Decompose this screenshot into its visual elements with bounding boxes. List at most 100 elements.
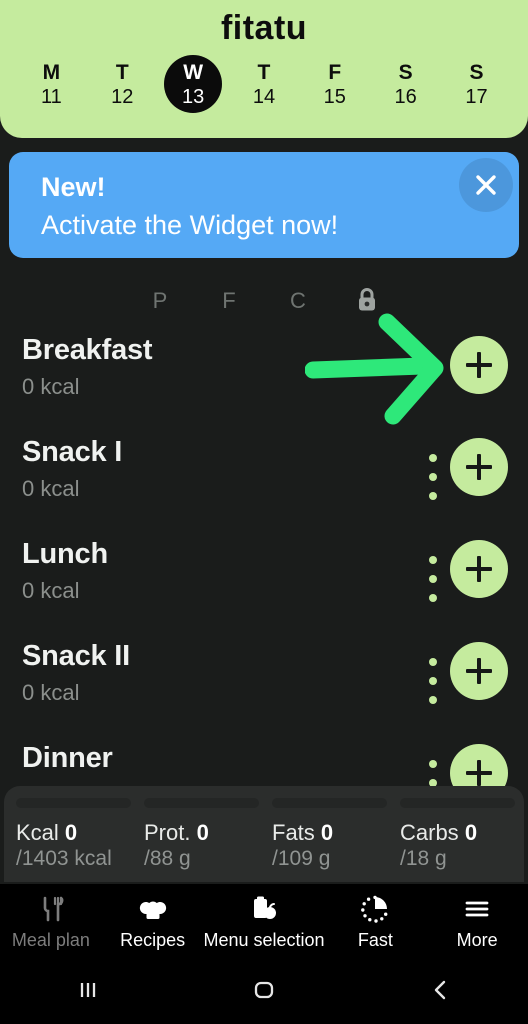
summary-goal: /1403 kcal [16, 847, 112, 870]
app-header: fitatu M 11 T 12 W 13 T 14 F 15 S 16 S 17 [0, 0, 528, 138]
date-chip-17[interactable]: S 17 [447, 54, 505, 116]
home-icon[interactable] [224, 966, 304, 1014]
date-chip-weekday: S [469, 61, 484, 84]
date-chip-weekday: M [42, 61, 61, 84]
summary-amount: 0 [196, 820, 209, 845]
summary-label: Prot. [144, 820, 191, 845]
fork-knife-icon [36, 894, 66, 924]
app-root: fitatu M 11 T 12 W 13 T 14 F 15 S 16 S 17 New! Activa… [0, 0, 528, 1024]
summary-value: Carbs 0 [400, 820, 522, 846]
meal-list: Breakfast 0 kcal Snack I0 kcal Lunch 0 kcal S… [0, 324, 528, 806]
macro-label-protein: P [152, 288, 168, 313]
progress-bar [272, 798, 387, 808]
summary-value: Prot. 0 [144, 820, 266, 846]
tab-more[interactable]: More [426, 884, 528, 956]
close-icon[interactable] [459, 158, 513, 212]
meal-name: Dinner [22, 742, 113, 774]
date-chip-daynumber: 16 [394, 86, 417, 108]
meal-row[interactable]: Lunch 0 kcal [0, 528, 528, 630]
summary-amount: 0 [320, 820, 334, 845]
macro-column-header: P F C [0, 286, 528, 318]
meal-name: Snack II [22, 640, 131, 672]
meal-kcal: 0 kcal [22, 374, 80, 399]
tab-menu-selection[interactable]: Menu selection [203, 884, 325, 956]
summary-cell: Carbs 0/18 g [400, 798, 522, 872]
system-navigation-bar [0, 956, 528, 1024]
date-chip-daynumber: 11 [41, 86, 62, 108]
meal-row[interactable]: Snack I 0 kcal [0, 426, 528, 528]
meal-name: Lunch [22, 538, 108, 570]
add-meal-button[interactable] [450, 438, 508, 496]
tab-recipes[interactable]: Recipes [102, 884, 204, 956]
daily-summary-card: Kcal 0/1403 kcal Prot. 0/88 g Fats 0/109 g… [4, 786, 524, 882]
date-chip-weekday: F [328, 61, 342, 84]
date-chip-11[interactable]: M 11 [22, 54, 80, 116]
date-chip-daynumber: 14 [252, 86, 276, 108]
tab-meal-plan[interactable]: Meal plan [0, 884, 102, 956]
back-icon[interactable] [400, 966, 480, 1014]
date-chip-daynumber: 13 [181, 86, 205, 108]
meal-overflow-menu-icon[interactable] [426, 454, 440, 500]
lock-icon[interactable] [347, 286, 387, 322]
tab-label: Meal plan [11, 929, 90, 950]
recents-icon[interactable] [48, 966, 128, 1014]
meal-kcal: 0 kcal [22, 680, 80, 705]
summary-amount: 0 [464, 820, 478, 845]
summary-cell: Prot. 0/88 g [144, 798, 266, 872]
date-strip: M 11 T 12 W 13 T 14 F 15 S 16 S 17 [0, 48, 528, 126]
clipboard-apple-icon [249, 894, 279, 924]
meal-overflow-menu-icon[interactable] [426, 556, 440, 602]
summary-label: Carbs [400, 820, 459, 845]
date-chip-14[interactable]: T 14 [235, 54, 293, 116]
summary-goal: /88 g [144, 847, 191, 870]
summary-cell: Kcal 0/1403 kcal [16, 798, 138, 872]
add-meal-button[interactable] [450, 336, 508, 394]
progress-bar [16, 798, 131, 808]
progress-bar [400, 798, 515, 808]
summary-value: Fats 0 [272, 820, 394, 846]
tab-label: Recipes [120, 929, 186, 950]
summary-cell: Fats 0/109 g [272, 798, 394, 872]
date-chip-13[interactable]: W 13 [164, 54, 223, 116]
date-chip-daynumber: 12 [111, 86, 134, 108]
add-meal-button[interactable] [450, 540, 508, 598]
meal-row[interactable]: Breakfast 0 kcal [0, 324, 528, 426]
meal-kcal: 0 kcal [22, 578, 80, 603]
tab-fast[interactable]: Fast [325, 884, 427, 956]
meal-kcal: 0 kcal [22, 476, 80, 501]
bottom-tab-bar: Meal plan Recipes Menu selection Fast More [0, 884, 528, 956]
summary-goal: /18 g [400, 847, 447, 870]
macro-label-carbs: C [290, 288, 306, 313]
promo-banner[interactable]: New! Activate the Widget now! [9, 152, 519, 258]
date-chip-daynumber: 15 [323, 86, 346, 108]
date-chip-daynumber: 17 [465, 86, 488, 108]
summary-value: Kcal 0 [16, 820, 138, 846]
tab-label: More [456, 929, 498, 950]
promo-banner-title: New! [41, 172, 106, 202]
summary-amount: 0 [64, 820, 78, 845]
meal-name: Snack I [22, 436, 123, 468]
meal-overflow-menu-icon[interactable] [426, 658, 440, 704]
timer-icon [360, 894, 390, 924]
meal-name: Breakfast [22, 334, 153, 366]
tab-label: Menu selection [203, 929, 325, 950]
meal-row[interactable]: Snack II 0 kcal [0, 630, 528, 732]
summary-label: Kcal [16, 820, 59, 845]
hamburger-icon [462, 894, 492, 924]
date-chip-weekday: T [115, 61, 129, 84]
chef-hat-icon [138, 894, 168, 924]
date-chip-15[interactable]: F 15 [306, 54, 364, 116]
app-logo: fitatu [220, 9, 308, 47]
add-meal-button[interactable] [450, 642, 508, 700]
date-chip-weekday: T [257, 61, 271, 84]
date-chip-12[interactable]: T 12 [93, 54, 151, 116]
progress-bar [144, 798, 259, 808]
tab-label: Fast [357, 929, 393, 950]
promo-banner-subtitle: Activate the Widget now! [41, 210, 339, 240]
date-chip-weekday: S [398, 61, 413, 84]
macro-label-fat: F [222, 288, 236, 313]
date-chip-weekday: W [183, 61, 204, 84]
date-chip-16[interactable]: S 16 [377, 54, 435, 116]
summary-goal: /109 g [272, 847, 331, 870]
summary-label: Fats [272, 820, 315, 845]
